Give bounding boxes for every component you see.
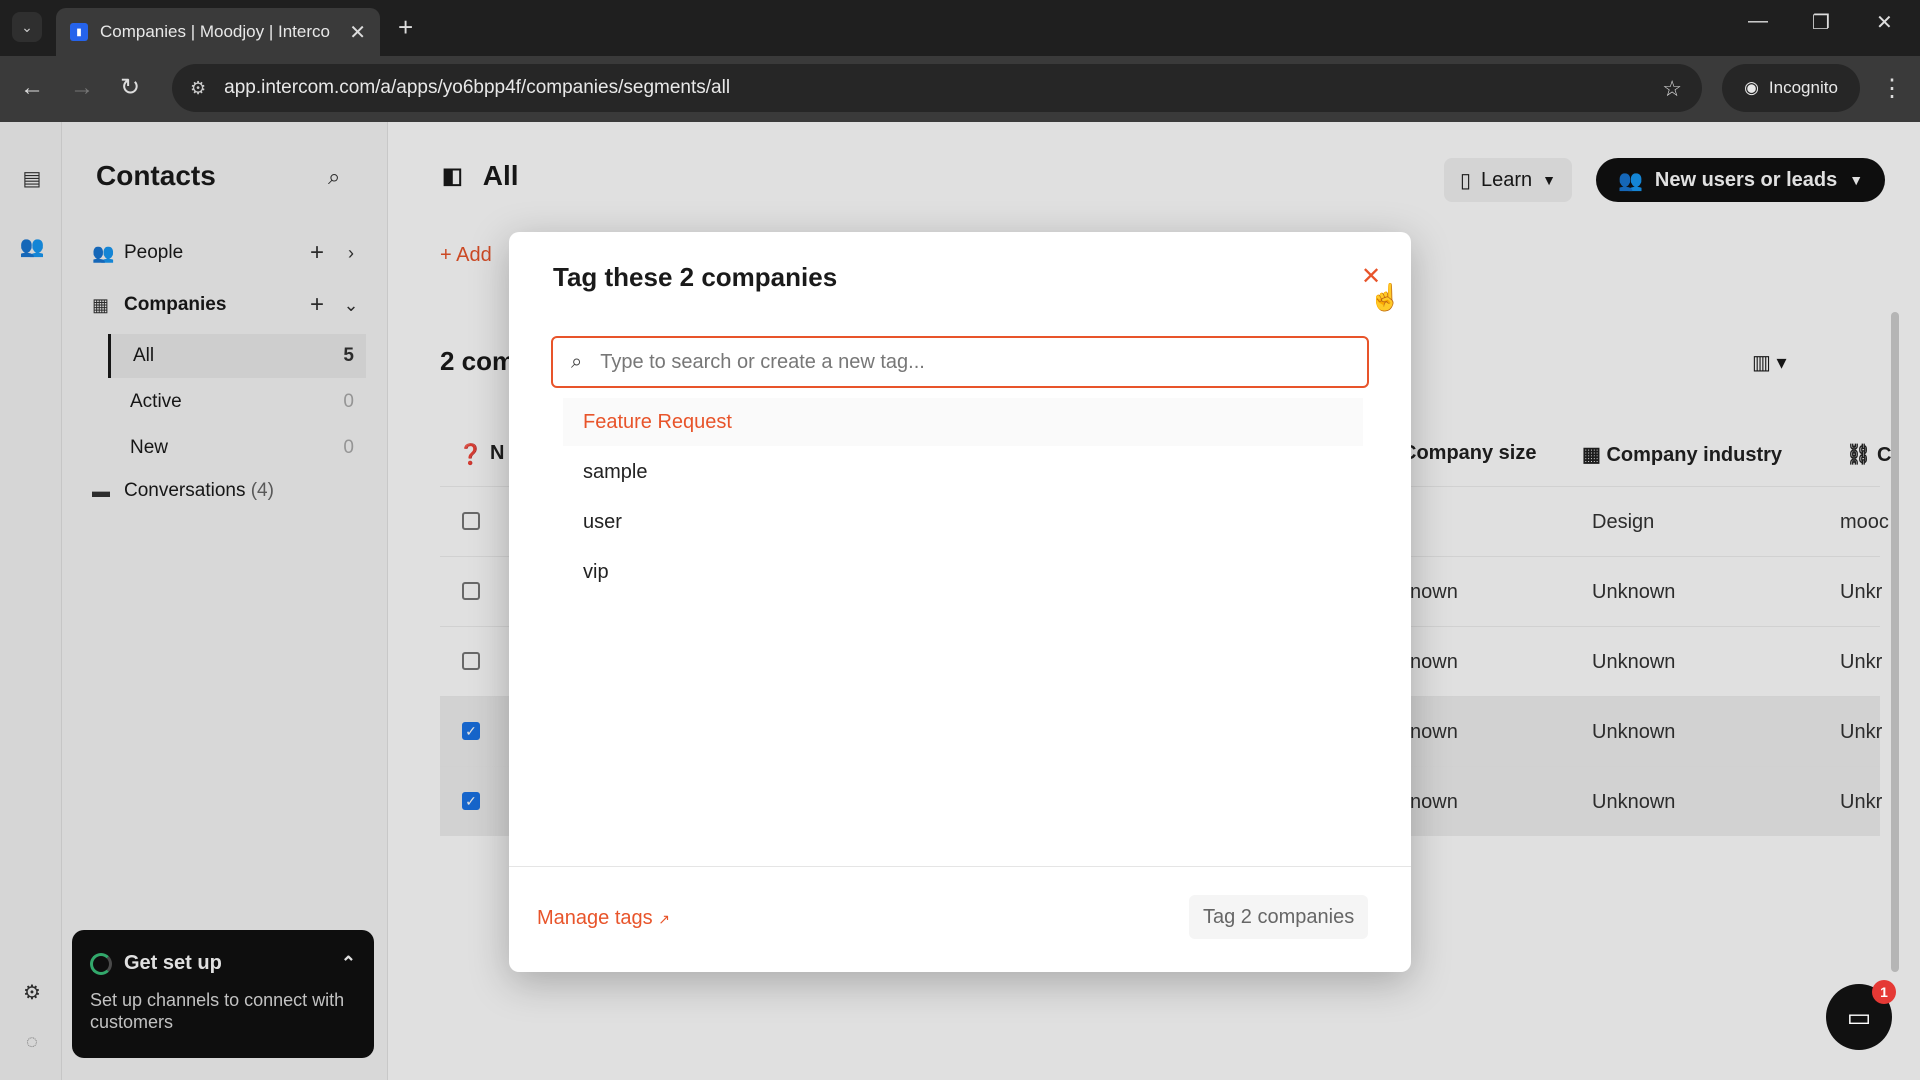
- tab-close-icon[interactable]: ✕: [349, 20, 366, 45]
- tag-search-field[interactable]: ⌕: [551, 336, 1369, 388]
- new-tab-button[interactable]: +: [398, 12, 413, 42]
- chat-icon: ▭: [1846, 1001, 1872, 1032]
- tag-companies-modal: Tag these 2 companies ✕ ☝ ⌕ Feature Requ…: [509, 232, 1411, 972]
- bookmark-star-icon[interactable]: ☆: [1662, 76, 1682, 102]
- messenger-launcher[interactable]: ▭ 1: [1826, 980, 1896, 1050]
- tag-option[interactable]: Feature Request: [563, 398, 1363, 446]
- tag-companies-button[interactable]: Tag 2 companies: [1189, 895, 1369, 939]
- address-bar[interactable]: ⚙ app.intercom.com/a/apps/yo6bpp4f/compa…: [172, 64, 1702, 112]
- tag-option[interactable]: vip: [563, 548, 1363, 596]
- url-text: app.intercom.com/a/apps/yo6bpp4f/compani…: [224, 77, 731, 98]
- manage-tags-link[interactable]: Manage tags ↗: [537, 907, 670, 930]
- browser-toolbar: ← → ↻ ⚙ app.intercom.com/a/apps/yo6bpp4f…: [0, 56, 1920, 122]
- site-info-icon[interactable]: ⚙: [190, 78, 206, 99]
- incognito-label: Incognito: [1768, 78, 1838, 97]
- tag-option[interactable]: sample: [563, 448, 1363, 496]
- browser-menu-icon[interactable]: ⋮: [1880, 74, 1904, 103]
- manage-tags-label: Manage tags: [537, 907, 653, 929]
- incognito-badge[interactable]: ◉ Incognito: [1722, 64, 1860, 112]
- browser-tab-strip: ⌄ ▮ Companies | Moodjoy | Interco ✕ + — …: [0, 0, 1920, 56]
- incognito-icon: ◉: [1744, 78, 1759, 97]
- modal-title: Tag these 2 companies: [553, 262, 838, 292]
- intercom-favicon-icon: ▮: [70, 23, 88, 41]
- search-icon: ⌕: [571, 350, 583, 373]
- back-icon[interactable]: ←: [20, 74, 44, 102]
- notification-badge: 1: [1872, 980, 1896, 1004]
- restore-icon[interactable]: ❐: [1812, 10, 1830, 35]
- minimize-icon[interactable]: —: [1748, 10, 1768, 33]
- pointer-cursor-icon: ☝: [1369, 282, 1402, 312]
- modal-footer: Manage tags ↗ Tag 2 companies: [509, 866, 1411, 972]
- window-close-icon[interactable]: ✕: [1876, 10, 1893, 35]
- browser-tab[interactable]: ▮ Companies | Moodjoy | Interco ✕: [56, 8, 380, 56]
- tab-search-button[interactable]: ⌄: [12, 12, 42, 42]
- tag-search-input[interactable]: [600, 350, 1301, 374]
- external-link-icon: ↗: [658, 911, 670, 927]
- tag-option[interactable]: user: [563, 498, 1363, 546]
- reload-icon[interactable]: ↻: [120, 74, 140, 102]
- tab-title: Companies | Moodjoy | Interco: [100, 22, 330, 41]
- forward-icon[interactable]: →: [70, 74, 94, 102]
